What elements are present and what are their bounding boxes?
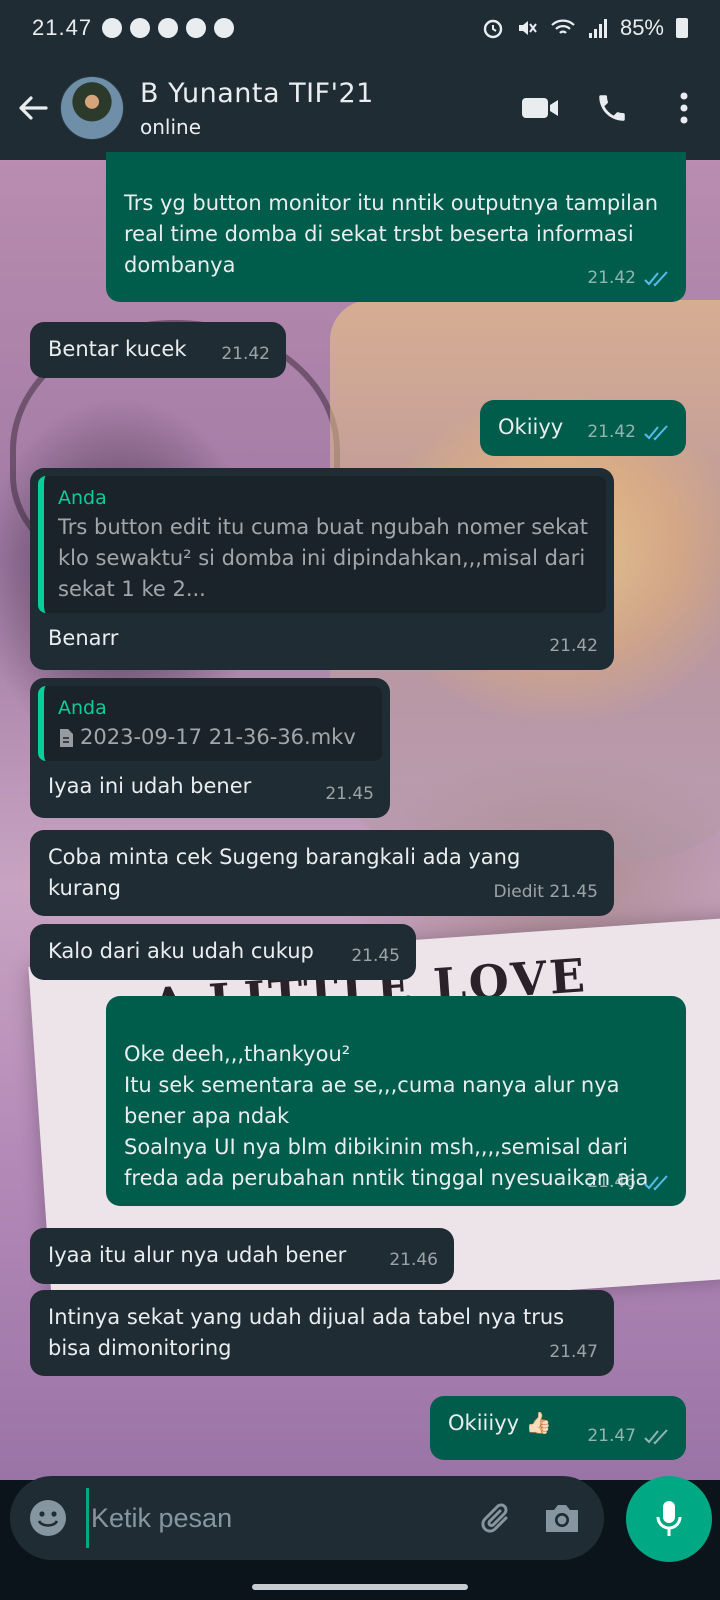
message-time: 21.42 [587, 422, 636, 442]
tiktok-icon [158, 18, 179, 38]
more-options-button[interactable] [648, 72, 720, 144]
message-time: 21.45 [325, 784, 374, 804]
message-time: 21.46 [587, 1172, 636, 1192]
message-incoming[interactable]: Intinya sekat yang udah dijual ada tabel… [30, 1290, 614, 1376]
battery-icon [676, 18, 688, 38]
quote-file-name: 2023-09-17 21-36-36.mkv [80, 725, 356, 749]
camera-icon [546, 1505, 578, 1532]
battery-percent: 85% [619, 15, 664, 40]
quoted-message[interactable]: Anda 2023-09-17 21-36-36.mkv [38, 686, 382, 761]
notification-icons [102, 18, 235, 38]
message-incoming-reply[interactable]: Anda Trs button edit itu cuma buat nguba… [30, 468, 614, 670]
quote-author: Anda [58, 697, 107, 719]
chat-header: B Yunanta TIF'21 online [0, 56, 720, 160]
paperclip-icon [481, 1503, 508, 1533]
quote-author: Anda [58, 487, 107, 509]
double-check-icon [644, 1428, 668, 1444]
app-icon [130, 18, 151, 38]
message-time: 21.42 [221, 344, 270, 364]
arrow-left-icon [19, 96, 48, 120]
quote-text: Trs button edit itu cuma buat ngubah nom… [58, 515, 588, 601]
message-text: Intinya sekat yang udah dijual ada tabel… [48, 1305, 565, 1360]
message-time: 21.47 [549, 1342, 598, 1362]
alarm-icon [483, 19, 503, 39]
message-incoming-reply[interactable]: Anda 2023-09-17 21-36-36.mkv Iyaa ini ud… [30, 678, 390, 818]
avatar[interactable] [60, 76, 124, 140]
message-time: 21.45 [351, 946, 400, 966]
message-incoming[interactable]: Coba minta cek Sugeng barangkali ada yan… [30, 830, 614, 916]
message-outgoing[interactable]: Okiiyy 21.42 [480, 400, 686, 456]
video-call-button[interactable] [504, 72, 576, 144]
more-vertical-icon [680, 92, 688, 124]
message-time: 21.42 [587, 268, 636, 288]
camera-button[interactable] [530, 1500, 594, 1536]
contact-info[interactable]: B Yunanta TIF'21 online [140, 78, 374, 139]
double-check-read-icon [644, 270, 668, 286]
message-time: 21.42 [549, 636, 598, 656]
message-text: Iyaa itu alur nya udah bener [48, 1243, 347, 1267]
voice-record-button[interactable] [626, 1476, 712, 1562]
message-input[interactable] [86, 1488, 466, 1548]
message-outgoing[interactable]: Oke deeh,,,thankyou² Itu sek sementara a… [106, 996, 686, 1206]
voice-call-button[interactable] [576, 72, 648, 144]
message-incoming[interactable]: Iyaa itu alur nya udah bener 21.46 [30, 1228, 454, 1284]
quoted-message[interactable]: Anda Trs button edit itu cuma buat nguba… [38, 476, 606, 613]
message-incoming[interactable]: Bentar kucek 21.42 [30, 322, 286, 378]
message-time: Diedit 21.45 [493, 882, 598, 902]
attach-button[interactable] [466, 1498, 530, 1538]
message-incoming[interactable]: Kalo dari aku udah cukup 21.45 [30, 924, 416, 980]
message-outgoing[interactable]: Trs yg button monitor itu nntik outputny… [106, 152, 686, 302]
double-check-read-icon [644, 424, 668, 440]
contact-name: B Yunanta TIF'21 [140, 77, 374, 109]
message-text: Kalo dari aku udah cukup [48, 939, 314, 963]
emoji-icon [30, 1500, 66, 1536]
status-bar: 21.47 85% [0, 0, 720, 56]
message-text: Trs yg button monitor itu nntik outputny… [124, 191, 659, 277]
microphone-icon [656, 1501, 682, 1536]
message-composer [10, 1476, 604, 1560]
message-text: Benarr [48, 626, 119, 650]
document-icon [60, 728, 73, 747]
message-outgoing[interactable]: Okiiiyy 👍🏻 21.47 [430, 1396, 686, 1460]
message-time: 21.46 [389, 1250, 438, 1270]
message-time: 21.47 [587, 1426, 636, 1446]
video-camera-icon [522, 98, 558, 118]
facebook-icon [102, 18, 123, 38]
signal-icon [588, 19, 607, 38]
contact-status: online [140, 114, 202, 139]
video-app-icon [186, 18, 207, 38]
wifi-icon [551, 19, 575, 34]
emoji-button[interactable] [10, 1498, 86, 1538]
mute-icon [518, 21, 537, 35]
home-gesture-handle[interactable] [252, 1584, 468, 1590]
w-app-icon [214, 18, 235, 38]
double-check-read-icon [644, 1174, 668, 1190]
phone-icon [599, 95, 625, 121]
status-time: 21.47 [32, 15, 93, 40]
back-button[interactable] [10, 85, 56, 131]
message-text: Iyaa ini udah bener [48, 774, 252, 798]
